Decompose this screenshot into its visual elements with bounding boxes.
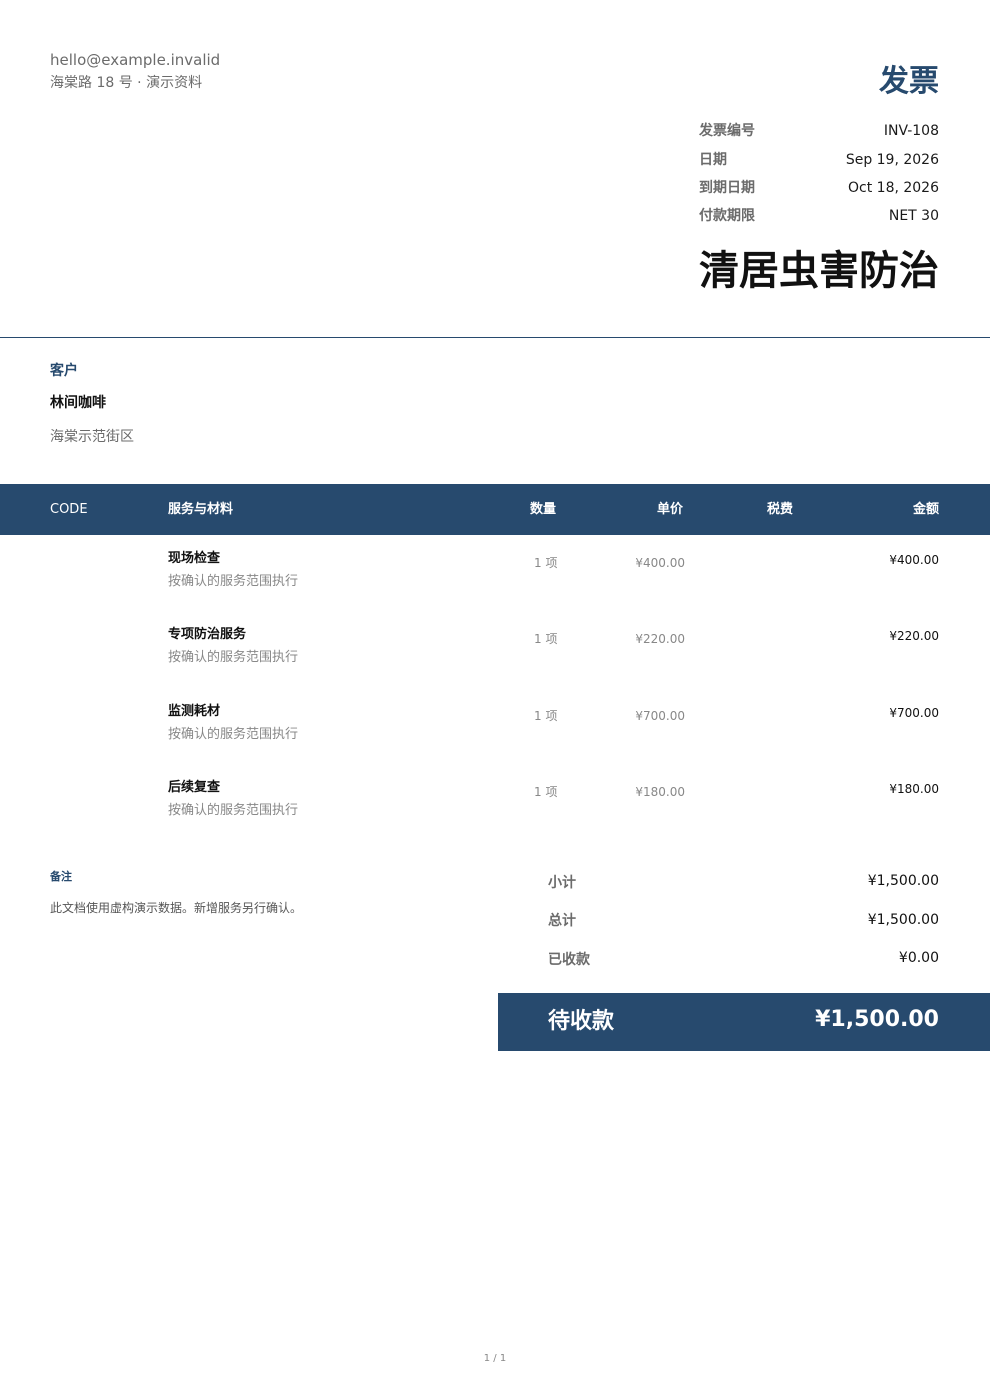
column-header-quantity: 数量 (530, 502, 557, 517)
item-quantity: 1 项 (534, 632, 558, 646)
item-description: 按确认的服务范围执行 (168, 574, 299, 589)
due-date-value: Oct 18, 2026 (848, 180, 939, 196)
item-amount: ¥700.00 (889, 706, 939, 720)
client-label: 客户 (50, 363, 78, 379)
item-name: 后续复查 (168, 780, 221, 795)
table-row: 现场检查 按确认的服务范围执行 1 项 ¥400.00 ¥400.00 (0, 550, 990, 626)
notes-label: 备注 (50, 870, 72, 883)
items-table-header: CODE 服务与材料 数量 单价 税费 金额 (0, 484, 990, 535)
client-address: 海棠示范街区 (50, 429, 134, 445)
document-title: 发票 (879, 64, 939, 99)
balance-due-value: ¥1,500.00 (815, 1007, 939, 1032)
item-unit-price: ¥400.00 (635, 556, 685, 570)
payment-terms-label: 付款期限 (699, 208, 755, 224)
company-name: 清居虫害防治 (699, 248, 939, 294)
invoice-number-value: INV-108 (883, 123, 939, 139)
payment-terms-value: NET 30 (888, 208, 939, 224)
invoice-number-label: 发票编号 (699, 123, 755, 139)
sender-email: hello@example.invalid (50, 51, 221, 69)
item-amount: ¥400.00 (889, 553, 939, 567)
due-date-label: 到期日期 (699, 180, 755, 196)
item-name: 监测耗材 (168, 704, 221, 719)
item-description: 按确认的服务范围执行 (168, 650, 299, 665)
item-quantity: 1 项 (534, 785, 558, 799)
table-row: 后续复查 按确认的服务范围执行 1 项 ¥180.00 ¥180.00 (0, 779, 990, 855)
notes-text: 此文档使用虚构演示数据。新增服务另行确认。 (50, 901, 303, 915)
table-row: 专项防治服务 按确认的服务范围执行 1 项 ¥220.00 ¥220.00 (0, 626, 990, 702)
date-value: Sep 19, 2026 (845, 152, 939, 168)
balance-due-label: 待收款 (548, 1009, 615, 1034)
column-header-amount: 金额 (912, 502, 939, 517)
item-description: 按确认的服务范围执行 (168, 803, 299, 818)
table-row: 监测耗材 按确认的服务范围执行 1 项 ¥700.00 ¥700.00 (0, 703, 990, 779)
balance-due-box: 待收款 ¥1,500.00 (498, 993, 990, 1051)
item-amount: ¥180.00 (889, 782, 939, 796)
client-name: 林间咖啡 (50, 395, 106, 411)
column-header-tax: 税费 (767, 502, 794, 517)
total-label: 总计 (548, 913, 576, 929)
item-quantity: 1 项 (534, 709, 558, 723)
column-header-code: CODE (50, 502, 88, 517)
item-description: 按确认的服务范围执行 (168, 727, 299, 742)
subtotal-label: 小计 (548, 875, 576, 891)
sender-address: 海棠路 18 号 · 演示资料 (50, 75, 203, 91)
header-divider (0, 337, 990, 338)
column-header-description: 服务与材料 (168, 502, 234, 517)
item-name: 现场检查 (168, 551, 221, 566)
date-label: 日期 (699, 152, 727, 168)
item-quantity: 1 项 (534, 556, 558, 570)
item-unit-price: ¥700.00 (635, 709, 685, 723)
total-value: ¥1,500.00 (867, 912, 939, 928)
subtotal-value: ¥1,500.00 (867, 873, 939, 889)
item-unit-price: ¥220.00 (635, 632, 685, 646)
column-header-unit-price: 单价 (657, 502, 684, 517)
item-amount: ¥220.00 (889, 629, 939, 643)
item-name: 专项防治服务 (168, 627, 247, 642)
paid-label: 已收款 (548, 952, 590, 968)
item-unit-price: ¥180.00 (635, 785, 685, 799)
paid-value: ¥0.00 (898, 950, 939, 966)
page-number: 1 / 1 (483, 1353, 507, 1364)
